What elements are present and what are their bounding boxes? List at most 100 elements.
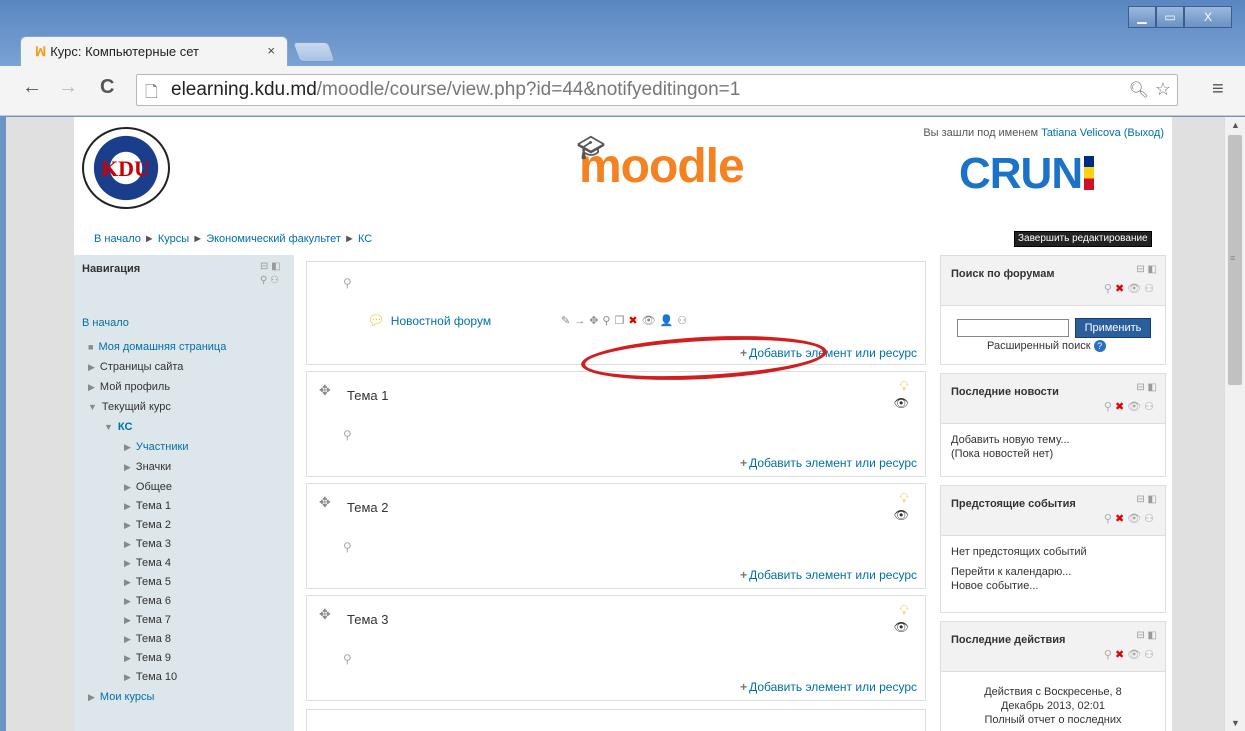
- new-tab-button[interactable]: [292, 42, 336, 62]
- maximize-button[interactable]: ▭: [1156, 6, 1184, 28]
- eye-icon[interactable]: 👁︎: [894, 396, 909, 410]
- delete-icon[interactable]: ✖: [1115, 513, 1127, 525]
- wrench-icon[interactable]: ⚲: [343, 428, 352, 442]
- vertical-scrollbar[interactable]: ▲ ≡ ▼: [1224, 117, 1245, 731]
- no-events-text: Нет предстоящих событий: [951, 546, 1087, 558]
- delete-icon[interactable]: ✖: [1115, 283, 1127, 295]
- login-prefix: Вы зашли под именем: [923, 127, 1039, 139]
- nav-item[interactable]: ▶ Тема 4: [124, 557, 171, 569]
- user-name-link[interactable]: Tatiana Velicova: [1041, 127, 1121, 139]
- news-forum-link[interactable]: Новостной форум: [391, 314, 491, 328]
- no-news-text: (Пока новостей нет): [951, 448, 1054, 460]
- delete-icon[interactable]: ✖: [1115, 401, 1127, 413]
- nav-item[interactable]: ■ Моя домашняя страница: [88, 341, 226, 353]
- nav-item[interactable]: ▶ Тема 2: [124, 519, 171, 531]
- bookmark-star-icon[interactable]: ☆: [1155, 79, 1171, 100]
- close-window-button[interactable]: X: [1184, 6, 1232, 28]
- add-resource-link[interactable]: + Добавить элемент или ресурс: [740, 456, 917, 470]
- nav-expand-icon: ▶: [124, 596, 131, 606]
- search-apply-button[interactable]: Применить: [1075, 318, 1151, 338]
- delete-icon[interactable]: ✖: [628, 315, 641, 327]
- nav-item[interactable]: ▶ Тема 6: [124, 595, 171, 607]
- forum-search-input[interactable]: [957, 319, 1069, 337]
- breadcrumb-home[interactable]: В начало: [94, 233, 141, 245]
- block-config-icon[interactable]: ⚲ ⚇: [260, 275, 279, 286]
- nav-item-label: Тема 2: [135, 519, 171, 531]
- zoom-icon[interactable]: 🔍︎: [1129, 80, 1149, 100]
- block-controls[interactable]: ⚲✖👁︎⚇: [1104, 400, 1157, 413]
- nav-home-link[interactable]: В начало: [82, 317, 129, 329]
- logout-link[interactable]: (Выход): [1124, 127, 1164, 139]
- plus-icon: +: [740, 680, 748, 694]
- advanced-search-link[interactable]: Расширенный поиск ?: [987, 340, 1106, 352]
- wrench-icon[interactable]: ⚲: [343, 652, 352, 666]
- recent-activity-block: Последние действия ⊟ ◧ ⚲✖👁︎⚇ Действия с …: [940, 621, 1166, 731]
- nav-item[interactable]: ▶ Значки: [124, 461, 171, 473]
- breadcrumb: В начало ► Курсы ► Экономический факульт…: [94, 233, 372, 245]
- block-collapse-icon[interactable]: ⊟ ◧: [260, 261, 281, 272]
- moodle-logo[interactable]: 🎓︎ moodle: [577, 135, 745, 194]
- menu-icon[interactable]: ≡: [1212, 78, 1224, 101]
- course-section-3: ✥ Тема 3 💡︎ 👁︎ ⚲ + Добавить элемент или р…: [306, 595, 926, 701]
- breadcrumb-faculty[interactable]: Экономический факультет: [206, 233, 341, 245]
- new-event-link[interactable]: Новое событие...: [951, 580, 1039, 592]
- add-news-link[interactable]: Добавить новую тему...: [951, 434, 1070, 446]
- block-collapse-icon[interactable]: ⊟ ◧: [1136, 494, 1157, 505]
- move-icon[interactable]: ✥: [319, 382, 331, 399]
- block-collapse-icon[interactable]: ⊟ ◧: [1136, 264, 1157, 275]
- move-icon[interactable]: ✥: [319, 606, 331, 623]
- nav-item[interactable]: ▼ Текущий курс: [88, 401, 171, 413]
- wrench-icon[interactable]: ⚲: [343, 540, 352, 554]
- add-resource-link[interactable]: + Добавить элемент или ресурс: [740, 568, 917, 582]
- scroll-up-icon[interactable]: ▲: [1231, 120, 1240, 130]
- nav-item[interactable]: ▶ Тема 3: [124, 538, 171, 550]
- nav-expand-icon: ▶: [124, 501, 131, 511]
- delete-icon[interactable]: ✖: [1115, 649, 1127, 661]
- nav-item[interactable]: ▶ Тема 10: [124, 671, 177, 683]
- block-collapse-icon[interactable]: ⊟ ◧: [1136, 630, 1157, 641]
- breadcrumb-courses[interactable]: Курсы: [158, 233, 189, 245]
- tab-close-button[interactable]: ×: [267, 43, 275, 58]
- lightbulb-icon[interactable]: 💡︎: [899, 378, 909, 395]
- address-bar[interactable]: 🗋 elearning.kdu.md/moodle/course/view.ph…: [136, 74, 1178, 106]
- plus-icon: +: [740, 456, 748, 470]
- nav-item[interactable]: ▶ Тема 7: [124, 614, 171, 626]
- nav-item[interactable]: ▶ Тема 5: [124, 576, 171, 588]
- nav-item[interactable]: ▶ Страницы сайта: [88, 361, 183, 373]
- minimize-button[interactable]: ▁: [1128, 6, 1156, 28]
- lightbulb-icon[interactable]: 💡︎: [899, 490, 909, 507]
- nav-item[interactable]: ▶ Участники: [124, 441, 188, 453]
- reload-icon[interactable]: C: [100, 76, 114, 99]
- add-resource-link[interactable]: + Добавить элемент или ресурс: [740, 680, 917, 694]
- back-arrow-icon[interactable]: ←: [22, 76, 42, 99]
- lightbulb-icon[interactable]: 💡︎: [899, 602, 909, 619]
- nav-item[interactable]: ▼ КС: [104, 421, 132, 433]
- forward-arrow-icon[interactable]: →: [58, 76, 78, 99]
- scroll-down-icon[interactable]: ▼: [1231, 718, 1240, 728]
- nav-expand-icon: ▶: [124, 634, 131, 644]
- forum-edit-icons[interactable]: ✎→✥⚲❐✖👁︎👤⚇: [561, 314, 691, 327]
- block-controls[interactable]: ⚲✖👁︎⚇: [1104, 512, 1157, 525]
- block-controls[interactable]: ⚲✖👁︎⚇: [1104, 648, 1157, 661]
- eye-icon[interactable]: 👁︎: [894, 508, 909, 522]
- wrench-icon[interactable]: ⚲: [343, 276, 352, 290]
- nav-expand-icon: ▶: [124, 615, 131, 625]
- move-icon[interactable]: ✥: [319, 494, 331, 511]
- turn-editing-off-button[interactable]: Завершить редактирование: [1014, 231, 1152, 247]
- nav-item[interactable]: ▶ Общее: [124, 481, 172, 493]
- eye-icon[interactable]: 👁︎: [894, 620, 909, 634]
- block-collapse-icon[interactable]: ⊟ ◧: [1136, 382, 1157, 393]
- nav-item[interactable]: ▶ Мой профиль: [88, 381, 170, 393]
- nav-item[interactable]: ▶ Мои курсы: [88, 691, 154, 703]
- nav-item[interactable]: ▶ Тема 1: [124, 500, 171, 512]
- block-title: Последние действия: [951, 634, 1066, 646]
- full-report-link[interactable]: Полный отчет о последних: [941, 714, 1165, 726]
- course-section-2: ✥ Тема 2 💡︎ 👁︎ ⚲ + Добавить элемент или р…: [306, 483, 926, 589]
- block-controls[interactable]: ⚲✖👁︎⚇: [1104, 282, 1157, 295]
- nav-item[interactable]: ▶ Тема 9: [124, 652, 171, 664]
- nav-item[interactable]: ▶ Тема 8: [124, 633, 171, 645]
- browser-tab[interactable]: ꟽ Курс: Компьютерные сет ×: [20, 36, 288, 66]
- breadcrumb-course[interactable]: КС: [358, 233, 372, 245]
- help-icon[interactable]: ?: [1093, 340, 1106, 352]
- calendar-link[interactable]: Перейти к календарю...: [951, 566, 1071, 578]
